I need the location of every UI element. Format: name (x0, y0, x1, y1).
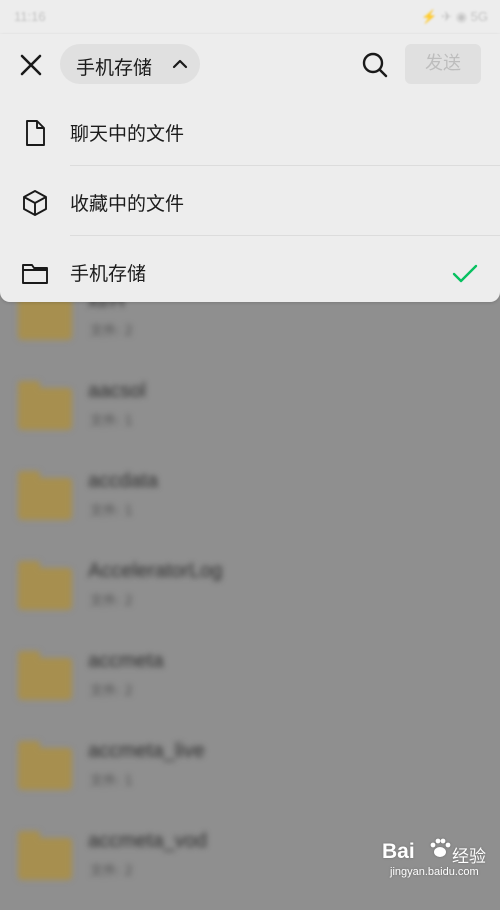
folder-icon (18, 831, 72, 880)
file-meta: 文件: 1 (90, 414, 133, 429)
file-meta: 文件: 2 (90, 324, 133, 339)
folder-icon (18, 561, 72, 610)
menu-item-label: 收藏中的文件 (70, 193, 185, 215)
file-meta: 文件: 1 (90, 504, 133, 519)
menu-item-label: 手机存储 (70, 263, 147, 285)
file-row[interactable]: accdata 文件: 1 (0, 460, 500, 550)
file-row[interactable]: AcceleratorLog 文件: 2 (0, 550, 500, 640)
cube-icon (23, 190, 47, 216)
send-button[interactable]: 发送 (405, 44, 481, 84)
watermark-brand-cn: 经验 (452, 847, 486, 867)
top-bar: 手机存储 发送 (0, 34, 500, 96)
location-selector[interactable]: 手机存储 (60, 44, 200, 84)
watermark-brand: Bai (382, 840, 415, 863)
check-icon (452, 264, 478, 283)
status-indicators: ⚡ ✈ ◉ 5G (421, 9, 488, 24)
file-name: accmeta_live (88, 740, 205, 762)
folder-icon (18, 741, 72, 790)
menu-item-label: 聊天中的文件 (70, 123, 185, 145)
search-button[interactable] (360, 50, 390, 80)
file-name: accmeta_vod (88, 830, 207, 852)
close-button[interactable] (14, 48, 48, 82)
menu-item-phone-storage[interactable]: 手机存储 (0, 236, 500, 306)
document-icon (26, 120, 45, 146)
file-name: AcceleratorLog (88, 560, 223, 582)
status-time: 11:16 (14, 9, 46, 24)
file-row[interactable]: accmeta 文件: 2 (0, 640, 500, 730)
file-name: accmeta (88, 650, 164, 672)
status-bar: 11:16 ⚡ ✈ ◉ 5G (0, 0, 500, 34)
folder-icon (22, 264, 48, 284)
paw-icon (430, 838, 451, 857)
search-icon (362, 52, 388, 78)
folder-icon (18, 381, 72, 430)
menu-item-favorite-files[interactable]: 收藏中的文件 (0, 166, 500, 236)
menu-item-chat-files[interactable]: 聊天中的文件 (0, 96, 500, 166)
location-label: 手机存储 (76, 57, 153, 79)
close-icon (20, 54, 42, 76)
file-meta: 文件: 2 (90, 684, 133, 699)
file-row[interactable]: aacsol 文件: 1 (0, 370, 500, 460)
baidu-jingyan-watermark: Bai 经验 jingyan.baidu.com (380, 832, 495, 884)
chevron-up-icon (172, 59, 188, 69)
folder-icon (18, 471, 72, 520)
file-row[interactable]: accmeta_live 文件: 1 (0, 730, 500, 820)
file-meta: 文件: 2 (90, 594, 133, 609)
file-name: accdata (88, 470, 159, 492)
source-dropdown-panel: 手机存储 发送 聊天中的文件 收藏中的文件 手机存储 (0, 34, 500, 302)
watermark-url: jingyan.baidu.com (390, 866, 479, 878)
file-meta: 文件: 1 (90, 774, 133, 789)
file-name: aacsol (88, 380, 146, 402)
folder-icon (18, 651, 72, 700)
file-meta: 文件: 2 (90, 864, 133, 879)
